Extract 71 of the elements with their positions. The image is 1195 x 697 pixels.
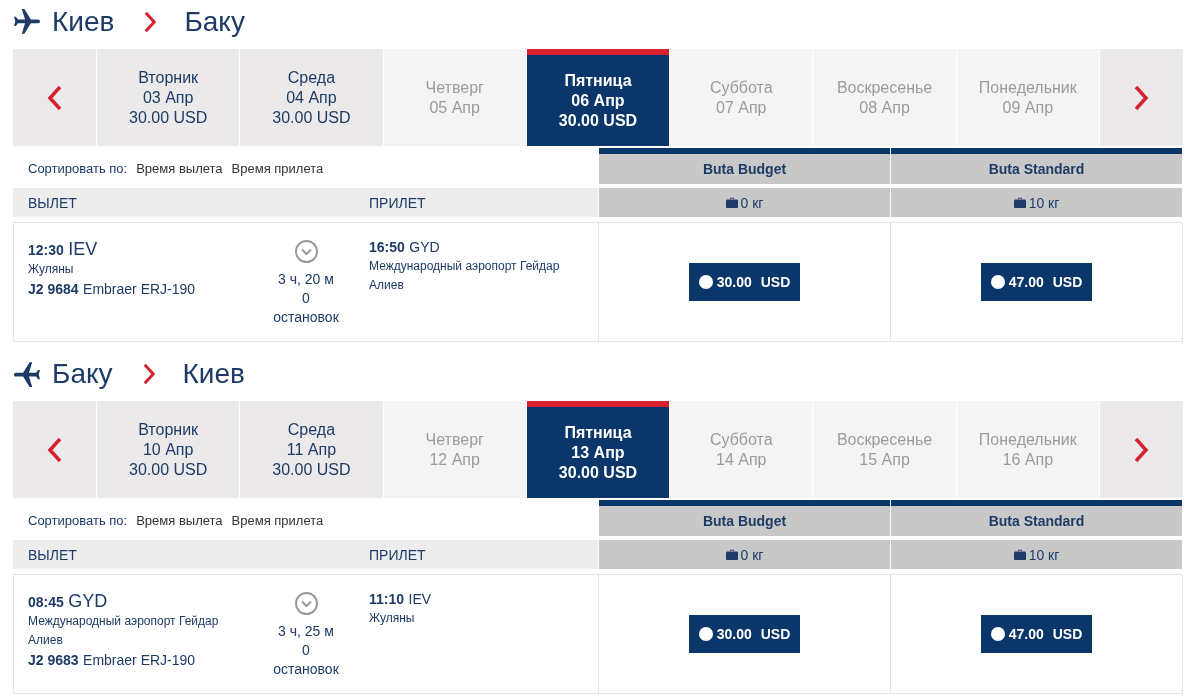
baggage-allowance: 0 кг [740, 546, 764, 563]
baggage-allowance: 10 кг [1028, 546, 1060, 563]
price-button[interactable]: 30.00 USD [688, 263, 801, 301]
stops-count: 0 [302, 641, 310, 660]
stops-label: остановок [273, 308, 339, 327]
previous-dates-button[interactable] [13, 401, 96, 498]
price-button[interactable]: 47.00 USD [980, 615, 1093, 653]
suitcase-icon [1013, 197, 1026, 208]
airport-code: GYD [68, 591, 108, 611]
sort-option[interactable]: Время вылета [136, 512, 223, 528]
price-button[interactable]: 47.00 USD [980, 263, 1093, 301]
airport-name: Международный аэропорт Гейдар Алиев [369, 258, 561, 294]
column-header: ПРИЛЕТ [369, 194, 427, 211]
airport-name: Международный аэропорт Гейдар Алиев [28, 613, 220, 649]
flight-number: J2 9684 [28, 281, 79, 297]
airport-code: IEV [68, 239, 98, 259]
fare-header: Buta Budget [599, 500, 890, 536]
sort-option[interactable]: Время прилета [231, 160, 324, 176]
sort-option[interactable]: Время вылета [136, 160, 223, 176]
sort-label: Сортировать по: [28, 512, 128, 528]
suitcase-icon [1013, 549, 1026, 560]
chevron-left-icon [46, 436, 63, 463]
column-header: ВЫЛЕТ [28, 546, 78, 563]
aircraft-type: Embraer ERJ-190 [83, 652, 196, 668]
departure-time: 12:30 [28, 242, 64, 258]
date-tab[interactable]: Вторник 10 Апр 30.00 USD [97, 401, 240, 498]
date-tab[interactable]: Среда 11 Апр 30.00 USD [240, 401, 383, 498]
chevron-circle-icon [294, 240, 318, 263]
origin-city: Баку [52, 357, 113, 391]
arrival-time: 16:50 [369, 239, 405, 255]
suitcase-icon [725, 197, 738, 208]
flight-number: J2 9683 [28, 652, 79, 668]
origin-city: Киев [52, 5, 115, 39]
column-header: ПРИЛЕТ [369, 546, 427, 563]
airport-name: Жуляны [28, 261, 74, 278]
date-tab[interactable]: Пятница 13 Апр 30.00 USD [526, 401, 670, 498]
baggage-allowance: 10 кг [1028, 194, 1060, 211]
stops-count: 0 [302, 289, 310, 308]
airport-name: Жуляны [369, 610, 415, 627]
airplane-icon [14, 361, 40, 387]
fare-header: Buta Budget [599, 148, 890, 184]
flight-duration: 3 ч, 25 м [278, 622, 334, 641]
previous-dates-button[interactable] [13, 49, 96, 146]
fare-header: Buta Standard [891, 148, 1182, 184]
chevron-right-icon [1133, 436, 1150, 463]
fare-header: Buta Standard [891, 500, 1182, 536]
chevron-left-icon [46, 84, 63, 111]
column-header: ВЫЛЕТ [28, 194, 78, 211]
baggage-allowance: 0 кг [740, 194, 764, 211]
arrival-time: 11:10 [369, 591, 405, 607]
price-button[interactable]: 30.00 USD [688, 615, 801, 653]
next-dates-button[interactable] [1099, 401, 1183, 498]
aircraft-type: Embraer ERJ-190 [83, 281, 196, 297]
stops-label: остановок [273, 660, 339, 679]
airplane-icon [14, 9, 40, 35]
sort-option[interactable]: Время прилета [231, 512, 324, 528]
flight-duration: 3 ч, 20 м [278, 270, 334, 289]
chevron-circle-icon [294, 592, 318, 615]
date-tab[interactable]: Вторник 03 Апр 30.00 USD [97, 49, 240, 146]
chevron-right-icon [142, 11, 159, 33]
departure-time: 08:45 [28, 594, 64, 610]
airport-code: IEV [408, 591, 432, 607]
airport-code: GYD [409, 239, 440, 255]
destination-city: Киев [182, 357, 245, 391]
date-tab[interactable]: Пятница 06 Апр 30.00 USD [526, 49, 670, 146]
chevron-right-icon [1133, 84, 1150, 111]
destination-city: Баку [184, 5, 245, 39]
sort-label: Сортировать по: [28, 160, 128, 176]
suitcase-icon [725, 549, 738, 560]
date-tab[interactable]: Среда 04 Апр 30.00 USD [240, 49, 383, 146]
next-dates-button[interactable] [1099, 49, 1183, 146]
